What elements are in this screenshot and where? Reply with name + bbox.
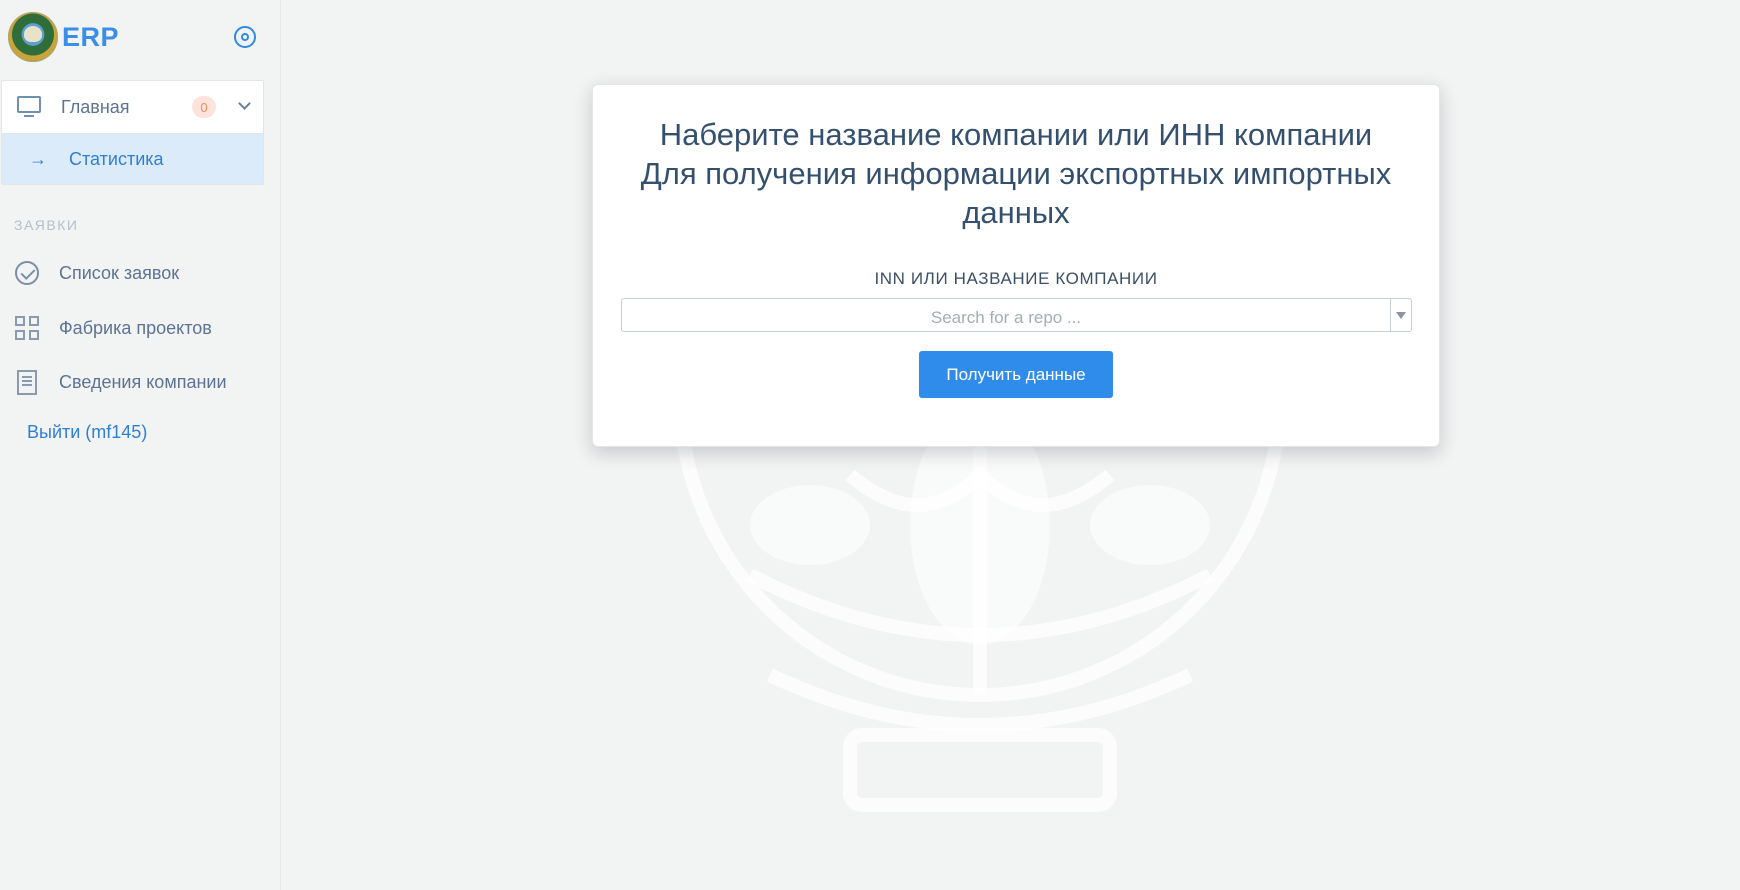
notification-badge: 0 — [192, 96, 216, 118]
sidebar-item-main[interactable]: Главная 0 — [2, 81, 263, 133]
search-card: Наберите название компании или ИНН компа… — [592, 84, 1440, 447]
card-title-line-2: Для получения информации экспортных импо… — [640, 156, 1392, 230]
sidebar-item-label: Фабрика проектов — [59, 317, 212, 338]
sidebar: ERP Главная 0 → Статистика ЗАЯВКИ Список… — [0, 0, 281, 890]
sidebar-item-project-factory[interactable]: Фабрика проектов — [15, 313, 212, 343]
chevron-down-icon[interactable] — [238, 97, 251, 110]
sidebar-item-statistics-label: Статистика — [69, 148, 164, 169]
sidebar-item-statistics[interactable]: → Статистика — [2, 133, 263, 184]
toggle-dot — [241, 33, 249, 41]
card-title: Наберите название компании или ИНН компа… — [623, 115, 1409, 232]
company-search-input[interactable] — [622, 299, 1390, 331]
company-search-select[interactable] — [621, 298, 1412, 332]
sidebar-item-main-label: Главная — [61, 96, 130, 117]
sidebar-item-request-list[interactable]: Список заявок — [15, 258, 179, 288]
section-title-requests: ЗАЯВКИ — [14, 217, 79, 233]
brand-name: ERP — [62, 21, 120, 52]
get-data-button[interactable]: Получить данные — [919, 351, 1113, 398]
sidebar-item-company-info[interactable]: Сведения компании — [15, 367, 227, 397]
card-title-line-1: Наберите название компании или ИНН компа… — [659, 117, 1373, 152]
brand[interactable]: ERP — [8, 10, 119, 64]
grid-icon — [15, 316, 39, 340]
caret-down-icon — [1396, 311, 1406, 319]
logout-link[interactable]: Выйти (mf145) — [27, 422, 147, 443]
sidebar-toggle-icon[interactable] — [234, 26, 256, 48]
field-label: INN ИЛИ НАЗВАНИЕ КОМПАНИИ — [874, 269, 1158, 288]
monitor-icon — [17, 96, 41, 118]
menu-group-main: Главная 0 → Статистика — [1, 80, 264, 185]
sidebar-item-label: Список заявок — [59, 262, 180, 283]
dropdown-toggle[interactable] — [1390, 299, 1411, 331]
state-emblem-logo — [8, 12, 58, 62]
check-circle-icon — [15, 261, 39, 285]
arrow-right-icon: → — [29, 149, 47, 169]
sidebar-item-label: Сведения компании — [59, 371, 227, 392]
document-icon — [17, 369, 37, 395]
